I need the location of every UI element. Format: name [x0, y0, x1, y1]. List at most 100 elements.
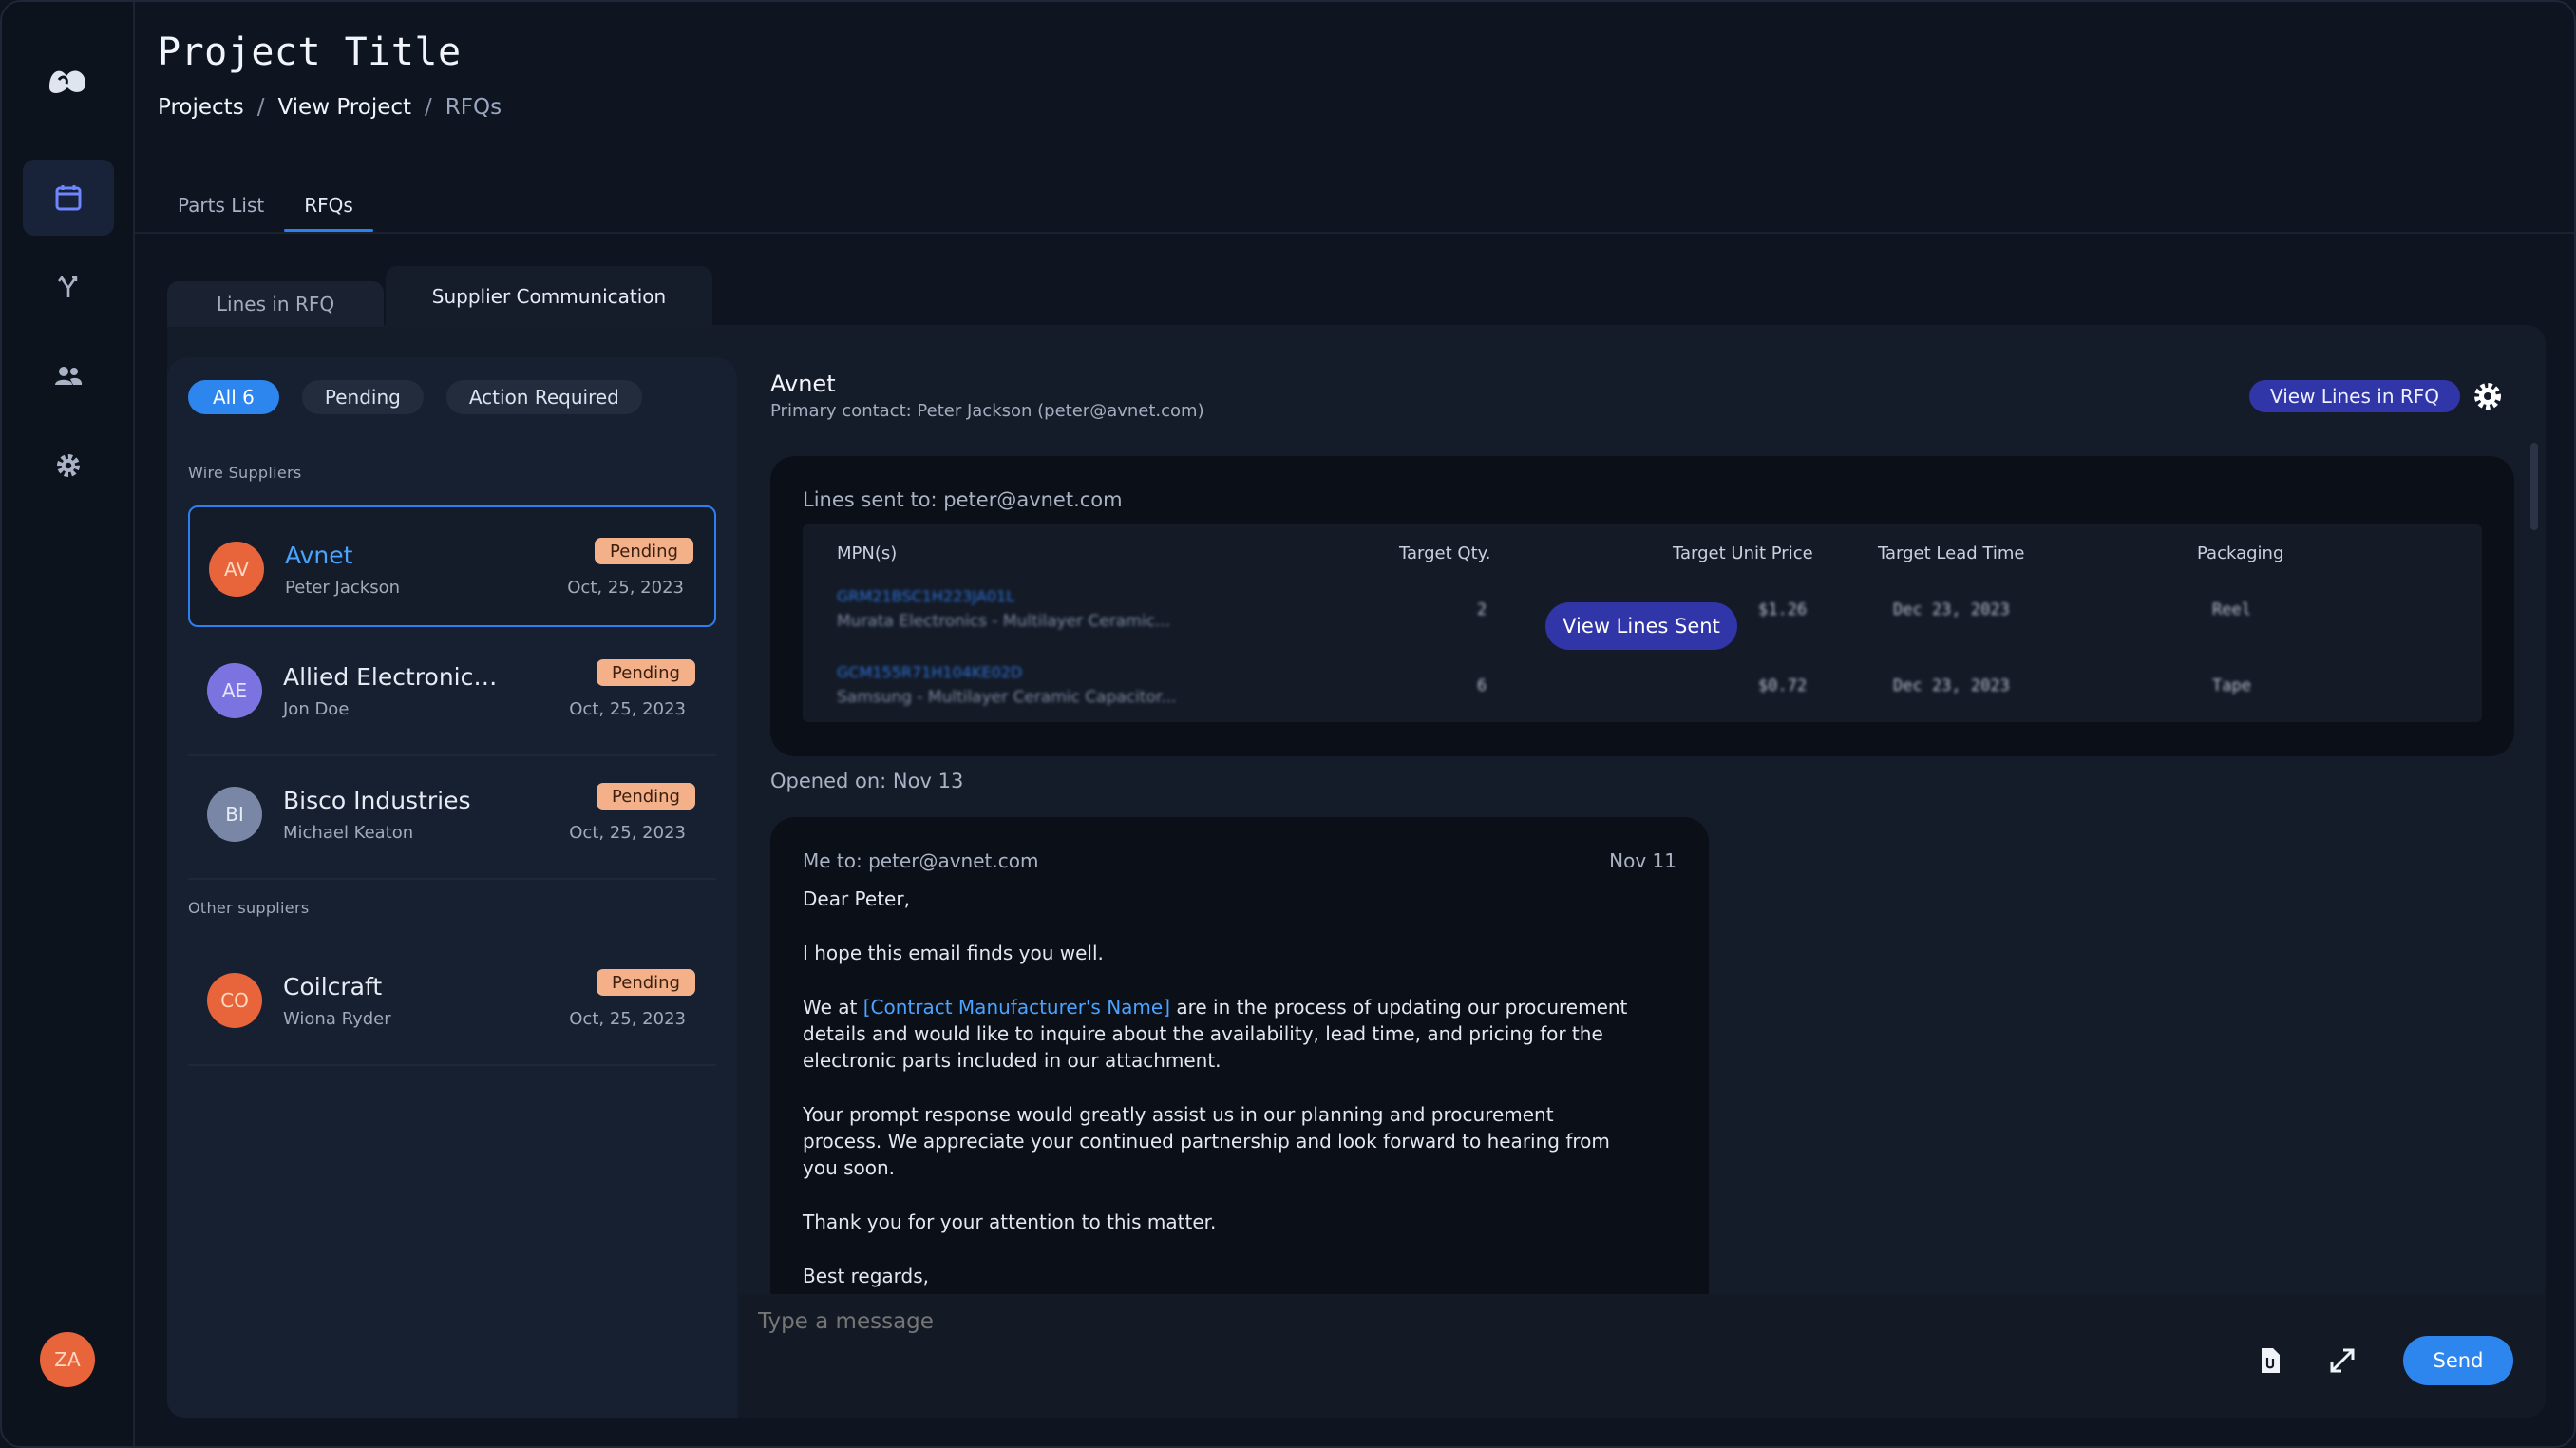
scrollbar-thumb[interactable] — [2530, 443, 2538, 530]
row-lead-time: Dec 23, 2023 — [1893, 600, 2010, 619]
list-divider — [188, 878, 716, 880]
row-lead-time: Dec 23, 2023 — [1893, 676, 2010, 695]
list-divider — [188, 1064, 716, 1066]
filter-pending[interactable]: Pending — [301, 380, 424, 414]
send-button[interactable]: Send — [2403, 1336, 2513, 1385]
column-header: Packaging — [2197, 543, 2284, 563]
email-closing: Best regards, — [803, 1265, 930, 1287]
breadcrumb-separator: / — [256, 95, 265, 120]
supplier-name: Coilcraft — [283, 973, 383, 1000]
breadcrumb-projects[interactable]: Projects — [158, 95, 244, 120]
supplier-item-coilcraft[interactable]: CO Coilcraft Wiona Ryder Pending Oct, 25… — [188, 939, 716, 1060]
supplier-avatar: CO — [207, 973, 262, 1028]
supplier-avatar: AE — [207, 663, 262, 718]
filter-action-required[interactable]: Action Required — [445, 380, 642, 414]
group-label-other: Other suppliers — [188, 899, 310, 917]
supplier-date: Oct, 25, 2023 — [569, 823, 686, 843]
subtab-lines-in-rfq[interactable]: Lines in RFQ — [167, 281, 384, 327]
view-lines-sent-button[interactable]: View Lines Sent — [1545, 602, 1737, 650]
manufacturer-name-link[interactable]: [Contract Manufacturer's Name] — [863, 996, 1170, 1019]
supplier-contact: Michael Keaton — [283, 823, 414, 843]
rail-item-merge[interactable] — [23, 249, 114, 325]
column-header: Target Qty. — [1399, 543, 1491, 563]
filter-chips: All 6 Pending Action Required — [188, 380, 642, 414]
email-body: Dear Peter, I hope this email finds you … — [803, 886, 1638, 1317]
opened-on: Opened on: Nov 13 — [770, 770, 964, 792]
row-mpn: GRM21BSC1H223JA01L — [837, 587, 1015, 605]
left-rail: ZA — [2, 2, 135, 1446]
status-badge: Pending — [597, 969, 695, 996]
merge-icon — [58, 276, 78, 297]
supplier-contact: Wiona Ryder — [283, 1009, 391, 1029]
email-greeting: Dear Peter, — [803, 887, 910, 910]
status-badge: Pending — [597, 659, 695, 686]
filter-all[interactable]: All 6 — [188, 380, 279, 414]
row-description: Murata Electronics - Multilayer Ceramic.… — [837, 612, 1171, 631]
detail-primary-contact: Primary contact: Peter Jackson (peter@av… — [770, 401, 1204, 421]
row-packaging: Tape — [2212, 676, 2251, 695]
supplier-avatar: AV — [209, 542, 264, 597]
row-qty: 6 — [1477, 676, 1487, 695]
email-message: Me to: peter@avnet.com Nov 11 Dear Peter… — [770, 817, 1709, 1349]
user-avatar[interactable]: ZA — [40, 1332, 95, 1387]
supplier-avatar: BI — [207, 787, 262, 842]
column-header: Target Lead Time — [1878, 543, 2025, 563]
group-label-wire: Wire Suppliers — [188, 464, 302, 482]
breadcrumb: Projects / View Project / RFQs — [158, 95, 502, 120]
top-tabs: Parts List RFQs — [158, 188, 373, 232]
rail-item-users[interactable] — [23, 338, 114, 414]
supplier-item-bisco[interactable]: BI Bisco Industries Michael Keaton Pendi… — [188, 753, 716, 874]
users-icon — [55, 367, 83, 385]
header-divider — [135, 232, 2574, 234]
calendar-icon — [55, 185, 82, 211]
column-header: Target Unit Price — [1673, 543, 1813, 563]
supplier-date: Oct, 25, 2023 — [567, 578, 684, 598]
row-price: $0.72 — [1758, 676, 1808, 695]
tab-parts-list[interactable]: Parts List — [158, 188, 284, 232]
settings-gear-icon[interactable] — [2472, 380, 2504, 412]
app-window: ZA Project Title Projects / View Project… — [0, 0, 2576, 1448]
expand-icon — [2330, 1348, 2355, 1373]
email-paragraph: Thank you for your attention to this mat… — [803, 1210, 1217, 1233]
gear-icon — [57, 454, 80, 477]
view-lines-in-rfq-button[interactable]: View Lines in RFQ — [2249, 380, 2460, 412]
email-paragraph: I hope this email finds you well. — [803, 942, 1104, 964]
detail-supplier-name: Avnet — [770, 371, 836, 397]
email-from: Me to: peter@avnet.com — [803, 849, 1039, 872]
supplier-date: Oct, 25, 2023 — [569, 1009, 686, 1029]
attachment-icon — [2262, 1348, 2280, 1373]
email-paragraph: We at [Contract Manufacturer's Name] are… — [803, 994, 1638, 1074]
subtab-supplier-communication[interactable]: Supplier Communication — [386, 266, 712, 327]
status-badge: Pending — [595, 538, 693, 564]
message-composer: Send — [739, 1294, 2546, 1418]
tab-rfqs[interactable]: RFQs — [284, 188, 373, 232]
email-paragraph: Your prompt response would greatly assis… — [803, 1103, 1610, 1179]
message-input[interactable] — [758, 1309, 1803, 1334]
app-logo-icon[interactable] — [46, 61, 89, 99]
supplier-name: Bisco Industries — [283, 787, 471, 814]
row-packaging: Reel — [2212, 600, 2251, 619]
supplier-name: Avnet — [285, 542, 353, 569]
row-qty: 2 — [1477, 600, 1487, 619]
supplier-item-allied[interactable]: AE Allied Electronics, I... Jon Doe Pend… — [188, 629, 716, 751]
row-price: $1.26 — [1758, 600, 1808, 619]
rail-item-settings[interactable] — [23, 428, 114, 504]
expand-button[interactable] — [2323, 1342, 2361, 1380]
supplier-contact: Peter Jackson — [285, 578, 400, 598]
page-title: Project Title — [158, 30, 462, 74]
supplier-item-avnet[interactable]: AV Avnet Peter Jackson Pending Oct, 25, … — [188, 505, 716, 627]
supplier-list: All 6 Pending Action Required Wire Suppl… — [167, 357, 737, 1418]
status-badge: Pending — [597, 783, 695, 810]
lines-sent-to: Lines sent to: peter@avnet.com — [803, 488, 1123, 511]
row-mpn: GCM155R71H104KE02D — [837, 663, 1023, 681]
breadcrumb-rfqs: RFQs — [445, 95, 502, 120]
email-text: We at — [803, 996, 863, 1019]
breadcrumb-view-project[interactable]: View Project — [277, 95, 411, 120]
email-date: Nov 11 — [1609, 849, 1676, 872]
supplier-date: Oct, 25, 2023 — [569, 699, 686, 719]
supplier-contact: Jon Doe — [283, 699, 350, 719]
row-description: Samsung - Multilayer Ceramic Capacitor..… — [837, 688, 1177, 707]
column-header: MPN(s) — [837, 543, 898, 563]
attach-button[interactable] — [2251, 1342, 2289, 1380]
rail-item-calendar[interactable] — [23, 160, 114, 236]
